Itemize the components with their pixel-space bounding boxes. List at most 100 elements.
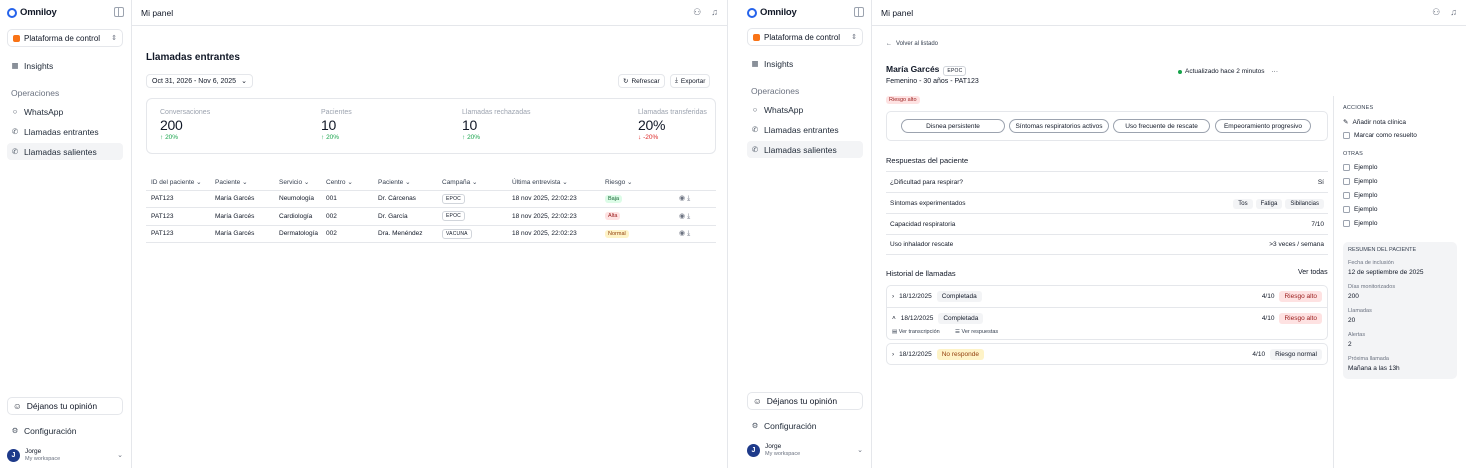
platform-selector[interactable]: Plataforma de control ⇕: [7, 29, 123, 47]
download-icon[interactable]: ⤓: [687, 230, 690, 237]
refresh-button[interactable]: ↻ Refrescar: [618, 74, 665, 88]
other-checkbox[interactable]: Ejemplo: [1343, 192, 1377, 199]
export-button[interactable]: ⤓ Exportar: [670, 74, 711, 88]
feedback-button[interactable]: ☺ Déjanos tu opinión: [747, 392, 863, 410]
other-checkbox[interactable]: Ejemplo: [1343, 164, 1377, 171]
chevron-updown-icon: ⇕: [111, 35, 117, 42]
eye-icon[interactable]: ◉: [679, 213, 685, 220]
sidebar-item-whatsapp[interactable]: ○ WhatsApp: [7, 103, 123, 120]
brand-logo[interactable]: Omniloy: [7, 7, 57, 18]
other-checkbox[interactable]: Ejemplo: [1343, 206, 1377, 213]
eye-icon[interactable]: ◉: [679, 195, 685, 202]
symptom-pill[interactable]: Uso frecuente de rescate: [1113, 119, 1210, 133]
other-label: Ejemplo: [1354, 164, 1378, 171]
call-date: 18/12/2025: [899, 293, 932, 300]
collapse-sidebar-icon[interactable]: [854, 7, 864, 17]
campaign-tag: EPOC: [442, 211, 465, 222]
brand-logo[interactable]: Omniloy: [747, 7, 797, 18]
feedback-label: Déjanos tu opinión: [26, 401, 98, 411]
sidebar-section-operations: Operaciones: [11, 88, 60, 98]
response-row: Síntomas experimentados Tos Fatiga Sibilanc…: [886, 192, 1328, 213]
sidebar-item-label: Llamadas salientes: [764, 144, 837, 155]
symptom-pill[interactable]: Empeoramiento progresivo: [1215, 119, 1311, 133]
sidebar-item-insights[interactable]: ▦ Insights: [7, 57, 123, 74]
other-checkbox[interactable]: Ejemplo: [1343, 178, 1377, 185]
platform-label: Plataforma de control: [764, 32, 841, 42]
table-row[interactable]: PAT123 María Garcés Dermatología 002 Dra…: [146, 225, 716, 243]
date-range-picker[interactable]: Oct 31, 2026 - Nov 6, 2025 ⌄: [146, 74, 253, 88]
back-link[interactable]: ← Volver al listado: [886, 41, 938, 47]
call-row[interactable]: › 18/12/2025 No responde 4/10 Riesgo normal: [887, 344, 1327, 365]
insights-icon: ▦: [751, 59, 759, 68]
bell-icon[interactable]: ♫: [1450, 7, 1457, 18]
more-options-icon[interactable]: ···: [1272, 68, 1279, 75]
column-header-campaign[interactable]: Campaña ⌄: [437, 175, 507, 191]
phone-outgoing-icon: ✆: [11, 147, 19, 156]
feedback-button[interactable]: ☺ Déjanos tu opinión: [7, 397, 123, 415]
column-header-service[interactable]: Servicio ⌄: [274, 175, 321, 191]
sidebar-item-whatsapp[interactable]: ○ WhatsApp: [747, 101, 863, 118]
other-checkbox[interactable]: Ejemplo: [1343, 220, 1377, 227]
cell-id: PAT123: [146, 207, 210, 226]
sidebar-item-outgoing-calls[interactable]: ✆ Llamadas salientes: [747, 141, 863, 158]
actions-panel: ACCIONES ✎ Añadir nota clínica Marcar com…: [1333, 96, 1459, 468]
table-header-row: ID del paciente ⌄ Paciente ⌄ Servicio ⌄ …: [146, 175, 716, 191]
user-menu[interactable]: J Jorge My workspace ⌄: [7, 444, 123, 466]
download-icon[interactable]: ⤓: [687, 213, 690, 220]
stat-delta: ↓ -20%: [638, 134, 659, 141]
sidebar-item-insights[interactable]: ▦ Insights: [747, 55, 863, 72]
patient-name: María Garcés: [886, 64, 940, 74]
avatar: J: [747, 443, 760, 457]
campaign-tag: VACUNA: [442, 228, 472, 239]
symptom-pill[interactable]: Síntomas respiratorios activos: [1009, 119, 1109, 133]
sidebar-item-outgoing-calls[interactable]: ✆ Llamadas salientes: [7, 143, 123, 160]
table-row[interactable]: PAT123 María Garcés Cardiología 002 Dr. …: [146, 207, 716, 226]
response-row: Capacidad respiratoria 7/10: [886, 213, 1328, 234]
column-header-risk[interactable]: Riesgo ⌄: [600, 175, 674, 191]
summary-value: 200: [1348, 293, 1359, 300]
sidebar-item-settings[interactable]: ⚙ Configuración: [7, 422, 123, 439]
column-header-id[interactable]: ID del paciente ⌄: [146, 175, 210, 191]
chevron-right-icon: ›: [892, 293, 895, 300]
mark-resolved-checkbox[interactable]: Marcar como resuelto: [1343, 132, 1417, 139]
platform-selector[interactable]: Plataforma de control ⇕: [747, 28, 863, 46]
table-row[interactable]: PAT123 María Garcés Neumología 001 Dr. C…: [146, 190, 716, 208]
column-header-doctor[interactable]: Paciente ⌄: [373, 175, 437, 191]
view-answers-link[interactable]: ☰ Ver respuestas: [955, 329, 998, 335]
summary-label: Llamadas: [1348, 308, 1372, 314]
chevron-right-icon: ›: [892, 351, 895, 358]
stat-label: Llamadas rechazadas: [462, 109, 531, 116]
status-dot-icon: [1178, 69, 1182, 74]
collapse-sidebar-icon[interactable]: [114, 7, 124, 17]
column-header-last-interview[interactable]: Última entrevista ⌄: [507, 175, 600, 191]
other-label: Ejemplo: [1354, 206, 1378, 213]
download-icon[interactable]: ⤓: [687, 195, 690, 202]
sidebar-item-label: WhatsApp: [24, 106, 64, 117]
sidebar-item-settings[interactable]: ⚙ Configuración: [747, 417, 863, 434]
view-all-link[interactable]: Ver todas: [1298, 269, 1328, 276]
view-transcript-link[interactable]: ▤ Ver transcripción: [892, 329, 940, 335]
other-label: Ejemplo: [1354, 192, 1378, 199]
call-row-expanded[interactable]: ˄ 18/12/2025 Completada 4/10 Riesgo alto: [887, 307, 1327, 328]
stat-label: Llamadas transferidas: [638, 109, 707, 116]
symptom-pill[interactable]: Disnea persistente: [901, 119, 1005, 133]
other-label: Ejemplo: [1354, 178, 1378, 185]
patient-name-row: María Garcés EPOC: [886, 64, 967, 76]
users-icon[interactable]: ⚇: [1432, 7, 1440, 18]
user-menu[interactable]: J Jorge My workspace ⌄: [747, 439, 863, 461]
sidebar-item-incoming-calls[interactable]: ✆ Llamadas entrantes: [747, 121, 863, 138]
stat-delta-value: -20%: [643, 134, 659, 141]
sidebar-item-incoming-calls[interactable]: ✆ Llamadas entrantes: [7, 123, 123, 140]
cell-patient: María Garcés: [210, 190, 274, 208]
add-note-button[interactable]: ✎ Añadir nota clínica: [1343, 118, 1406, 127]
gear-icon: ⚙: [751, 421, 759, 430]
page-title: Mi panel: [881, 7, 914, 18]
column-header-center[interactable]: Centro ⌄: [321, 175, 373, 191]
column-header-patient[interactable]: Paciente ⌄: [210, 175, 274, 191]
users-icon[interactable]: ⚇: [693, 7, 701, 18]
bell-icon[interactable]: ♫: [711, 7, 718, 18]
call-row[interactable]: › 18/12/2025 Completada 4/10 Riesgo alto: [887, 286, 1327, 307]
cell-campaign: EPOC: [437, 190, 507, 208]
phone-incoming-icon: ✆: [11, 127, 19, 136]
eye-icon[interactable]: ◉: [679, 230, 685, 237]
